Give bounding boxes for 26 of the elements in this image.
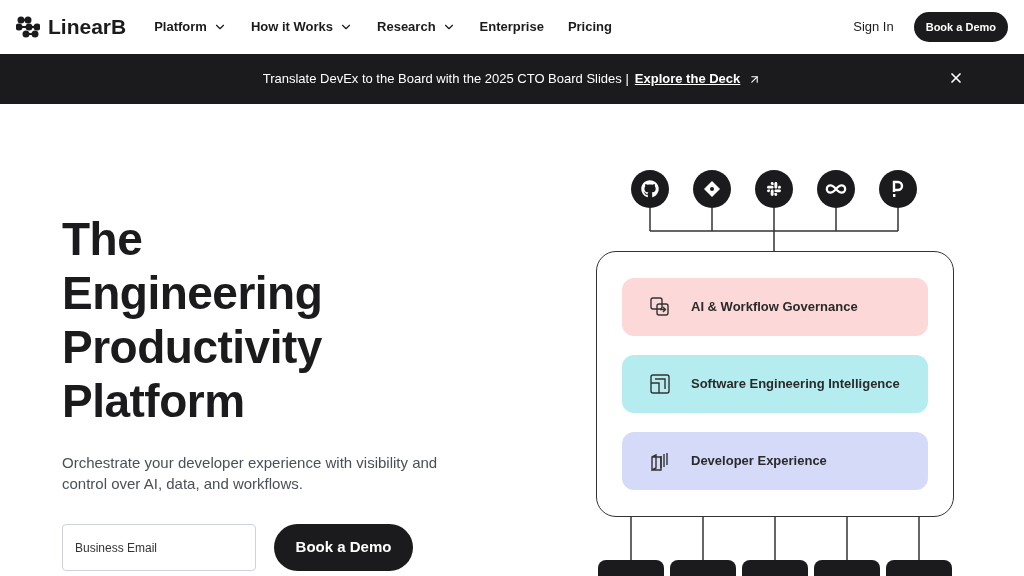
hero-subtitle: Orchestrate your developer experience with visibility and control over AI, data, and workflows.: [62, 453, 439, 494]
sign-in-link[interactable]: Sign In: [853, 17, 894, 37]
email-field[interactable]: Business Email: [62, 524, 256, 571]
nav-link[interactable]: Enterprise: [479, 17, 544, 37]
close-button[interactable]: [948, 70, 964, 86]
layer-label: AI & Workflow Governance: [691, 298, 858, 317]
github-icon: [641, 180, 659, 198]
slack-icon: [766, 181, 782, 197]
banner-text: Translate DevEx to the Board with the 2025 CTO Board Slides |: [262, 70, 629, 89]
book-demo-button[interactable]: Book a Demo: [913, 12, 1008, 42]
nav-link[interactable]: Pricing: [567, 17, 612, 37]
layer-label: Developer Experience: [691, 452, 827, 471]
hero-title: The Engineering Productivity Platform: [62, 212, 324, 428]
logo-icon: [16, 16, 40, 38]
window-panel-icon: [649, 373, 671, 395]
layer-label: Software Engineering Intelligence: [691, 375, 900, 394]
overlapping-squares-icon: [649, 296, 671, 318]
nav-link[interactable]: How it Works: [250, 17, 354, 37]
nav-link[interactable]: Platform: [154, 17, 227, 37]
stacked-layers-icon: [649, 450, 671, 472]
diamond-icon: [704, 181, 720, 197]
logo-text: LinearB: [48, 14, 127, 41]
explore-deck-link[interactable]: Explore the Deck: [634, 69, 741, 89]
p-shape-icon: [892, 180, 904, 198]
book-demo-button[interactable]: Book a Demo: [274, 524, 413, 571]
nav-link[interactable]: Research: [377, 17, 456, 37]
